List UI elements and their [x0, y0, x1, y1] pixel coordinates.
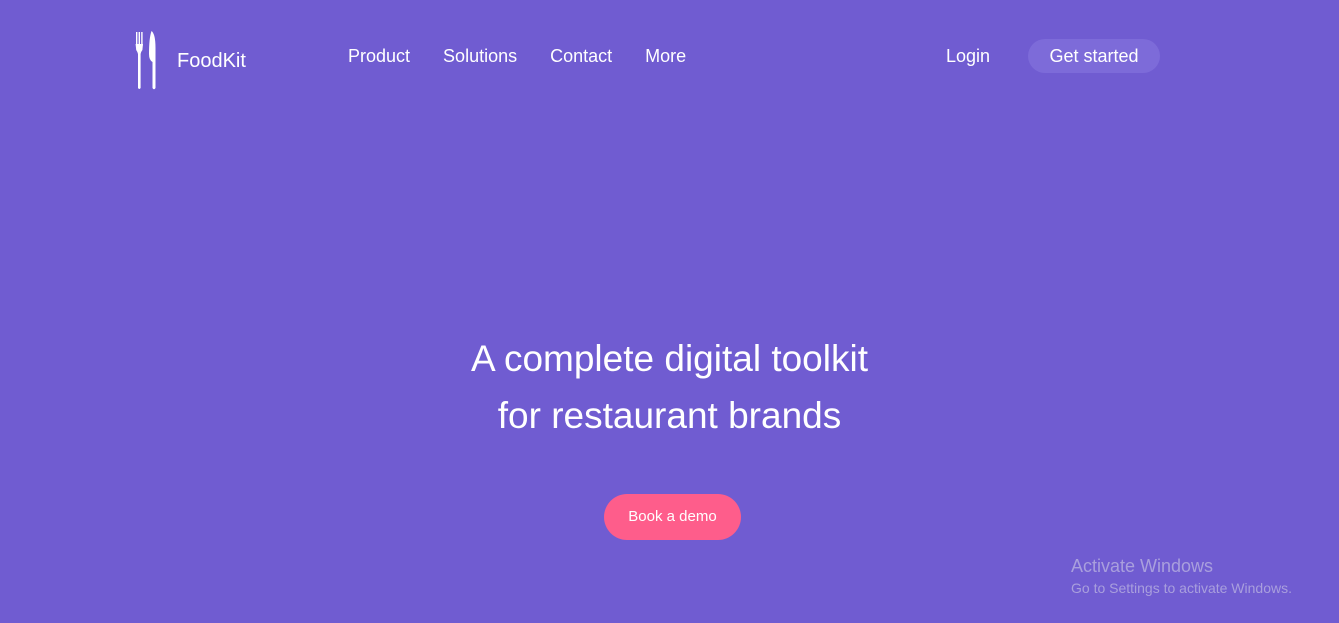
main-nav: Product Solutions Contact More — [348, 44, 719, 68]
watermark-title: Activate Windows — [1071, 556, 1214, 576]
brand-name: FoodKit — [177, 49, 246, 72]
landing-page: FoodKit Product Solutions Contact More L… — [0, 0, 1339, 623]
nav-item-more[interactable]: More — [645, 44, 686, 68]
watermark-subtitle: Go to Settings to activate Windows. — [1071, 580, 1292, 596]
hero-title-line-2: for restaurant brands — [497, 395, 842, 436]
nav-item-contact[interactable]: Contact — [550, 44, 612, 68]
hero-title-line-1: A complete digital toolkit — [471, 338, 868, 379]
brand-logo-link[interactable]: FoodKit — [134, 30, 246, 92]
fork-knife-icon — [135, 31, 156, 90]
book-demo-button[interactable]: Book a demo — [604, 494, 741, 540]
hero-title: A complete digital toolkit for restauran… — [0, 330, 1339, 444]
get-started-button[interactable]: Get started — [1028, 39, 1160, 73]
login-link[interactable]: Login — [946, 44, 990, 68]
top-navbar: FoodKit Product Solutions Contact More L… — [0, 0, 1339, 110]
nav-item-solutions[interactable]: Solutions — [443, 44, 517, 68]
nav-item-product[interactable]: Product — [348, 44, 410, 68]
activation-watermark: Activate Windows Go to Settings to activ… — [1071, 555, 1292, 599]
hero-section: A complete digital toolkit for restauran… — [0, 330, 1339, 444]
